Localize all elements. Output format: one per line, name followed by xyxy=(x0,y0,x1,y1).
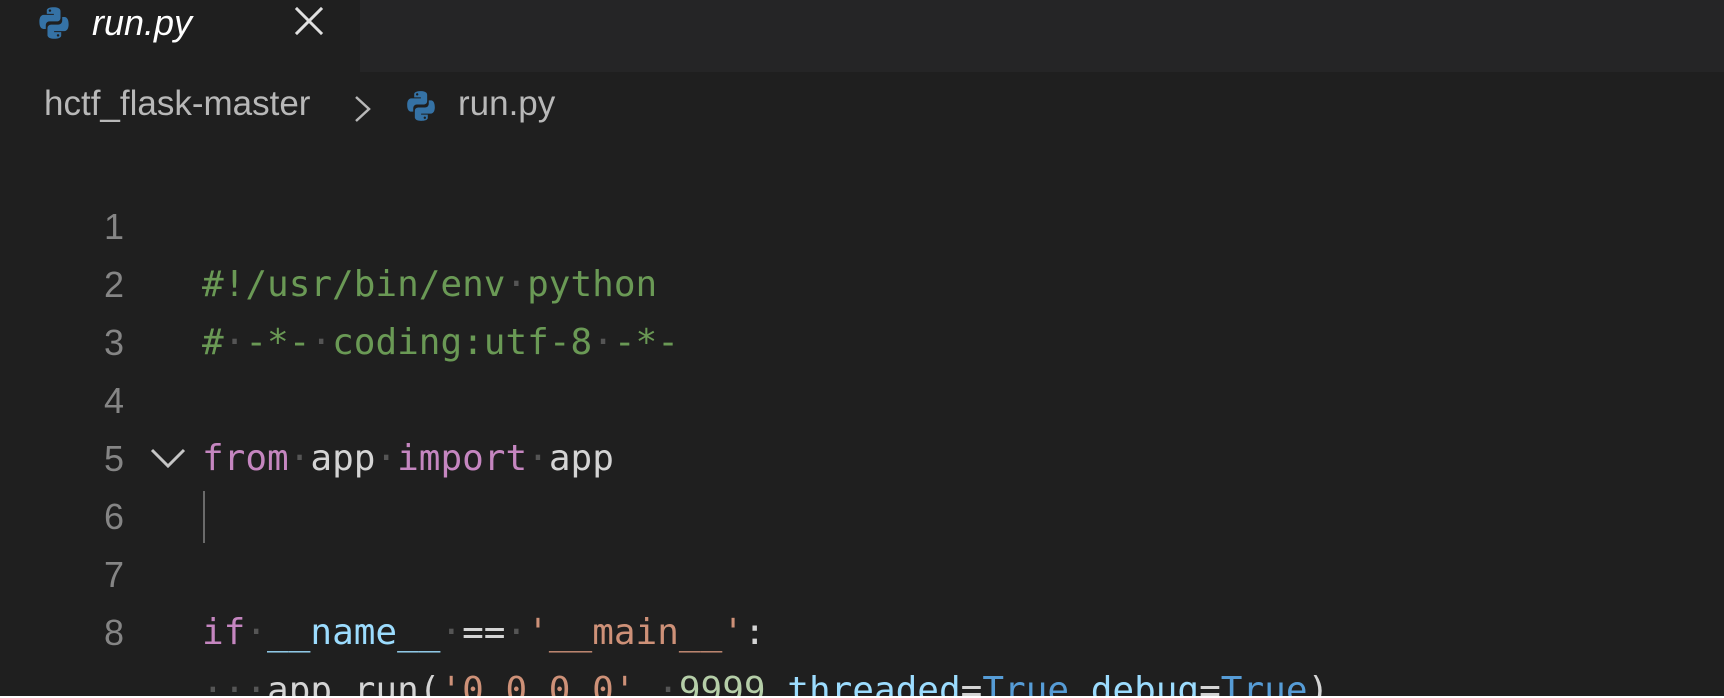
parameter-token: threaded xyxy=(787,670,961,696)
punctuation-token: , xyxy=(765,670,788,696)
indent-guide xyxy=(203,491,205,543)
python-file-icon xyxy=(39,7,69,39)
tab-run-py[interactable]: run.py xyxy=(0,0,360,72)
code-line: 8 xyxy=(0,546,1724,653)
parameter-token: debug xyxy=(1090,670,1200,696)
line-content: ···app.run('0.0.0.0',·9999,threaded=True… xyxy=(202,662,1329,696)
code-line: 5 xyxy=(0,372,1724,479)
close-icon[interactable] xyxy=(292,4,326,38)
breadcrumb-file[interactable]: run.py xyxy=(458,84,555,124)
whitespace-marker: · xyxy=(440,612,463,653)
constant-token: True xyxy=(1220,670,1308,696)
punctuation-token: ) xyxy=(1307,670,1330,696)
whitespace-marker: · xyxy=(657,670,679,696)
operator-token: == xyxy=(462,612,506,653)
tab-label: run.py xyxy=(92,2,193,43)
string-token: '__main__' xyxy=(527,612,744,653)
code-line: 4 from·app·import·app xyxy=(0,314,1724,479)
code-line: 2 #·-*-·coding:utf-8·-*- xyxy=(0,198,1724,363)
python-file-icon xyxy=(407,91,435,121)
code-line: 7 ···app.run('0.0.0.0',·9999,threaded=Tr… xyxy=(0,488,1724,696)
code-line: 1 #!/usr/bin/env·python xyxy=(0,140,1724,305)
line-content: if·__name__·==·'__main__': xyxy=(202,604,766,662)
identifier-token: app.run( xyxy=(267,670,441,696)
tab-bar-empty-area xyxy=(360,0,1724,72)
code-line: 6 if·__name__·==·'__main__': xyxy=(0,430,1724,653)
whitespace-marker: ··· xyxy=(202,670,268,696)
tab-bar: run.py xyxy=(0,0,1724,72)
breadcrumb-folder[interactable]: hctf_flask-master xyxy=(44,84,310,124)
variable-token: __name__ xyxy=(267,612,441,653)
number-token: 9999 xyxy=(678,670,766,696)
code-line: 3 xyxy=(0,256,1724,363)
whitespace-marker: · xyxy=(505,612,528,653)
constant-token: True xyxy=(982,670,1070,696)
fold-chevron-down-icon[interactable] xyxy=(148,444,188,474)
chevron-right-icon xyxy=(355,96,371,122)
operator-token: = xyxy=(1199,670,1221,696)
code-editor: run.py hctf_flask-master run.py 1 #!/usr… xyxy=(0,0,1724,696)
whitespace-marker: · xyxy=(245,612,268,653)
breadcrumb: hctf_flask-master run.py xyxy=(0,80,1724,136)
keyword-token: if xyxy=(202,612,246,653)
code-area[interactable]: 1 #!/usr/bin/env·python 2 #·-*-·coding:u… xyxy=(0,140,1724,696)
string-token: '0.0.0.0' xyxy=(440,670,636,696)
punctuation-token: , xyxy=(1069,670,1091,696)
line-number: 8 xyxy=(103,612,124,653)
punctuation-token: , xyxy=(635,670,658,696)
punctuation-token: : xyxy=(743,612,766,653)
operator-token: = xyxy=(960,670,983,696)
